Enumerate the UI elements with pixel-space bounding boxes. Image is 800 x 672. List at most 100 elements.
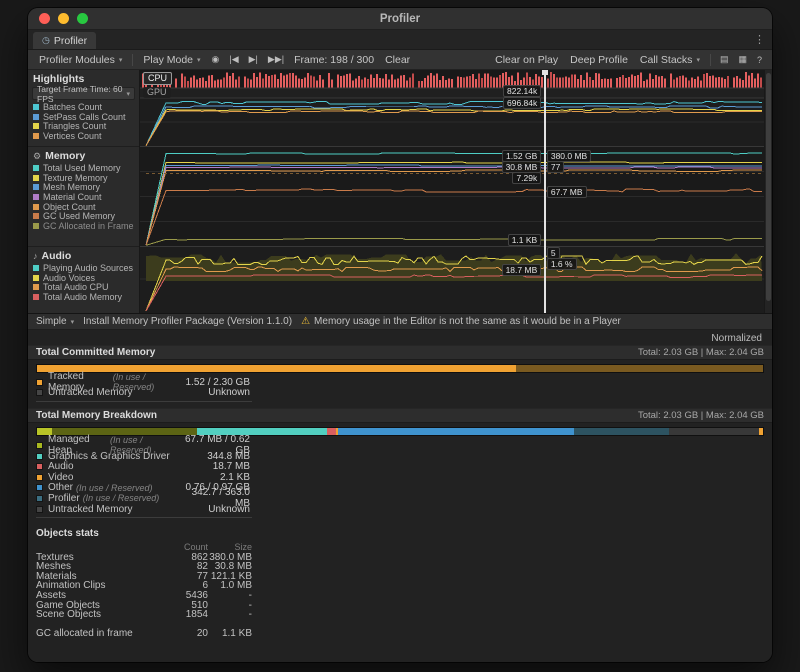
clear-on-play-toggle[interactable]: Clear on Play — [490, 52, 563, 68]
bar-segment — [327, 428, 336, 435]
play-mode-dropdown[interactable]: Play Mode ▾ — [138, 52, 205, 68]
legend-suffix: (In use / Reserved) — [76, 483, 153, 493]
stat-name: GC allocated in frame — [36, 628, 166, 639]
cpu-track-label[interactable]: CPU — [143, 72, 172, 85]
call-stacks-label: Call Stacks — [640, 54, 693, 66]
legend-swatch — [36, 463, 43, 470]
record-button[interactable]: ◉ — [208, 54, 224, 65]
deep-profile-toggle[interactable]: Deep Profile — [565, 52, 633, 68]
module-title: Memory — [45, 150, 85, 162]
stat-count: 1854 — [166, 609, 208, 620]
legend-row-untracked-memory[interactable]: Untracked Memory Unknown — [36, 388, 764, 399]
chart-value-label: 822.14k — [503, 85, 541, 97]
close-button[interactable] — [39, 13, 50, 24]
legend-row-graphics[interactable]: Graphics & Graphics Driver 344.8 MB — [36, 451, 764, 462]
series-swatch — [33, 114, 39, 120]
legend-item-total-used-memory[interactable]: Total Used Memory — [28, 163, 139, 173]
series-swatch — [33, 194, 39, 200]
legend-item-audio-voices[interactable]: Audio Voices — [28, 273, 139, 283]
legend-swatch — [36, 495, 43, 502]
warning-icon: ⚠ — [301, 316, 310, 327]
legend-label: Mesh Memory — [43, 182, 100, 192]
current-frame-indicator[interactable] — [544, 70, 546, 313]
legend-swatch — [36, 453, 43, 460]
tab-profiler[interactable]: ◷ Profiler — [33, 32, 96, 49]
load-profile-icon[interactable]: ▤ — [716, 54, 733, 65]
tab-overflow-menu-icon[interactable]: ⋮ — [754, 33, 765, 47]
help-icon[interactable]: ? — [753, 55, 766, 65]
legend-item-object-count[interactable]: Object Count — [28, 202, 139, 212]
target-frame-time-dropdown[interactable]: Target Frame Time: 60 FPS ▾ — [32, 87, 135, 100]
series-swatch — [33, 133, 39, 139]
target-frame-time-label: Target Frame Time: 60 FPS — [37, 84, 126, 104]
stat-size: - — [208, 609, 252, 620]
module-memory-header[interactable]: ⚙ Memory — [28, 149, 139, 163]
gpu-track-label[interactable]: GPU — [143, 87, 171, 98]
legend-label: Playing Audio Sources — [43, 263, 133, 273]
minimize-button[interactable] — [58, 13, 69, 24]
legend-item-total-audio-memory[interactable]: Total Audio Memory — [28, 292, 139, 302]
profiler-modules-dropdown[interactable]: Profiler Modules ▾ — [34, 52, 127, 68]
module-sidebar: Highlights Target Frame Time: 60 FPS ▾ B… — [28, 70, 140, 313]
legend-row-audio[interactable]: Audio 18.7 MB — [36, 461, 764, 472]
module-title: Audio — [42, 250, 72, 262]
series-swatch — [33, 175, 39, 181]
legend-label: Texture Memory — [43, 173, 108, 183]
count-column-header: Count — [166, 542, 208, 552]
table-row-scene-objects[interactable]: Scene Objects 1854 - — [36, 610, 764, 620]
call-stacks-dropdown[interactable]: Call Stacks ▾ — [635, 52, 705, 68]
save-profile-icon[interactable]: ▦ — [734, 54, 751, 65]
legend-item-gc-allocated-in-frame[interactable]: GC Allocated in Frame — [28, 221, 139, 231]
profiler-chart[interactable]: CPU GPU 822.14k 696.84k 1.52 GB 380.0 MB… — [140, 70, 764, 313]
install-memory-profiler-link[interactable]: Install Memory Profiler Package (Version… — [83, 316, 292, 327]
chevron-down-icon: ▾ — [119, 56, 123, 64]
legend-row-video[interactable]: Video 2.1 KB — [36, 472, 764, 483]
legend-swatch — [36, 442, 43, 449]
legend-row-managed-heap[interactable]: Managed Heap (In use / Reserved) 67.7 MB… — [36, 440, 764, 451]
legend-item-texture-memory[interactable]: Texture Memory — [28, 173, 139, 183]
size-column-header: Size — [208, 542, 252, 552]
series-swatch — [33, 223, 39, 229]
legend-item-setpass-calls-count[interactable]: SetPass Calls Count — [28, 112, 139, 122]
legend-label: Vertices Count — [43, 131, 102, 141]
legend-row-tracked-memory[interactable]: Tracked Memory (In use / Reserved) 1.52 … — [36, 377, 764, 388]
table-row-gc-allocated[interactable]: GC allocated in frame 20 1.1 KB — [36, 629, 764, 639]
titlebar[interactable]: Profiler — [28, 8, 772, 30]
frame-counter: Frame: 198 / 300 — [290, 54, 378, 66]
legend-item-triangles-count[interactable]: Triangles Count — [28, 121, 139, 131]
legend-swatch — [36, 379, 43, 386]
section-total: Total: 2.03 GB | Max: 2.04 GB — [638, 347, 764, 358]
legend-row-other[interactable]: Other (In use / Reserved) 0.76 / 0.97 GB — [36, 483, 764, 494]
legend-item-material-count[interactable]: Material Count — [28, 192, 139, 202]
clear-button[interactable]: Clear — [380, 52, 415, 68]
previous-frame-button[interactable]: |◀ — [225, 54, 242, 65]
profiler-toolbar: Profiler Modules ▾ Play Mode ▾ ◉ |◀ ▶| ▶… — [28, 50, 772, 70]
legend-item-mesh-memory[interactable]: Mesh Memory — [28, 182, 139, 192]
legend-suffix: (In use / Reserved) — [83, 493, 160, 503]
detail-view-label: Simple — [36, 316, 67, 327]
legend-item-playing-audio-sources[interactable]: Playing Audio Sources — [28, 263, 139, 273]
legend-row-profiler[interactable]: Profiler (In use / Reserved) 342.7 / 363… — [36, 493, 764, 504]
legend-item-gc-used-memory[interactable]: GC Used Memory — [28, 211, 139, 221]
normalized-toggle[interactable]: Normalized — [711, 333, 762, 344]
legend-label: GC Allocated in Frame — [43, 221, 134, 231]
zoom-button[interactable] — [77, 13, 88, 24]
charts-region: Highlights Target Frame Time: 60 FPS ▾ B… — [28, 70, 772, 314]
section-total: Total: 2.03 GB | Max: 2.04 GB — [638, 410, 764, 421]
scrollbar-thumb[interactable] — [766, 73, 771, 301]
legend-label: Audio Voices — [43, 273, 95, 283]
current-frame-handle[interactable] — [542, 70, 548, 75]
vertical-scrollbar[interactable] — [764, 70, 772, 313]
legend-item-total-audio-cpu[interactable]: Total Audio CPU — [28, 282, 139, 292]
legend-row-untracked[interactable]: Untracked Memory Unknown — [36, 504, 764, 515]
legend-item-vertices-count[interactable]: Vertices Count — [28, 131, 139, 141]
profiler-window: Profiler ◷ Profiler ⋮ Profiler Modules ▾… — [28, 8, 772, 662]
bar-segment — [338, 428, 574, 435]
module-audio-header[interactable]: ♪ Audio — [28, 249, 139, 263]
next-frame-button[interactable]: ▶| — [245, 54, 262, 65]
bar-segment — [759, 428, 763, 435]
chevron-down-icon: ▾ — [696, 56, 700, 64]
detail-view-dropdown[interactable]: Simple ▾ — [36, 316, 74, 327]
current-frame-button[interactable]: ▶▶| — [264, 54, 288, 65]
series-swatch — [33, 294, 39, 300]
